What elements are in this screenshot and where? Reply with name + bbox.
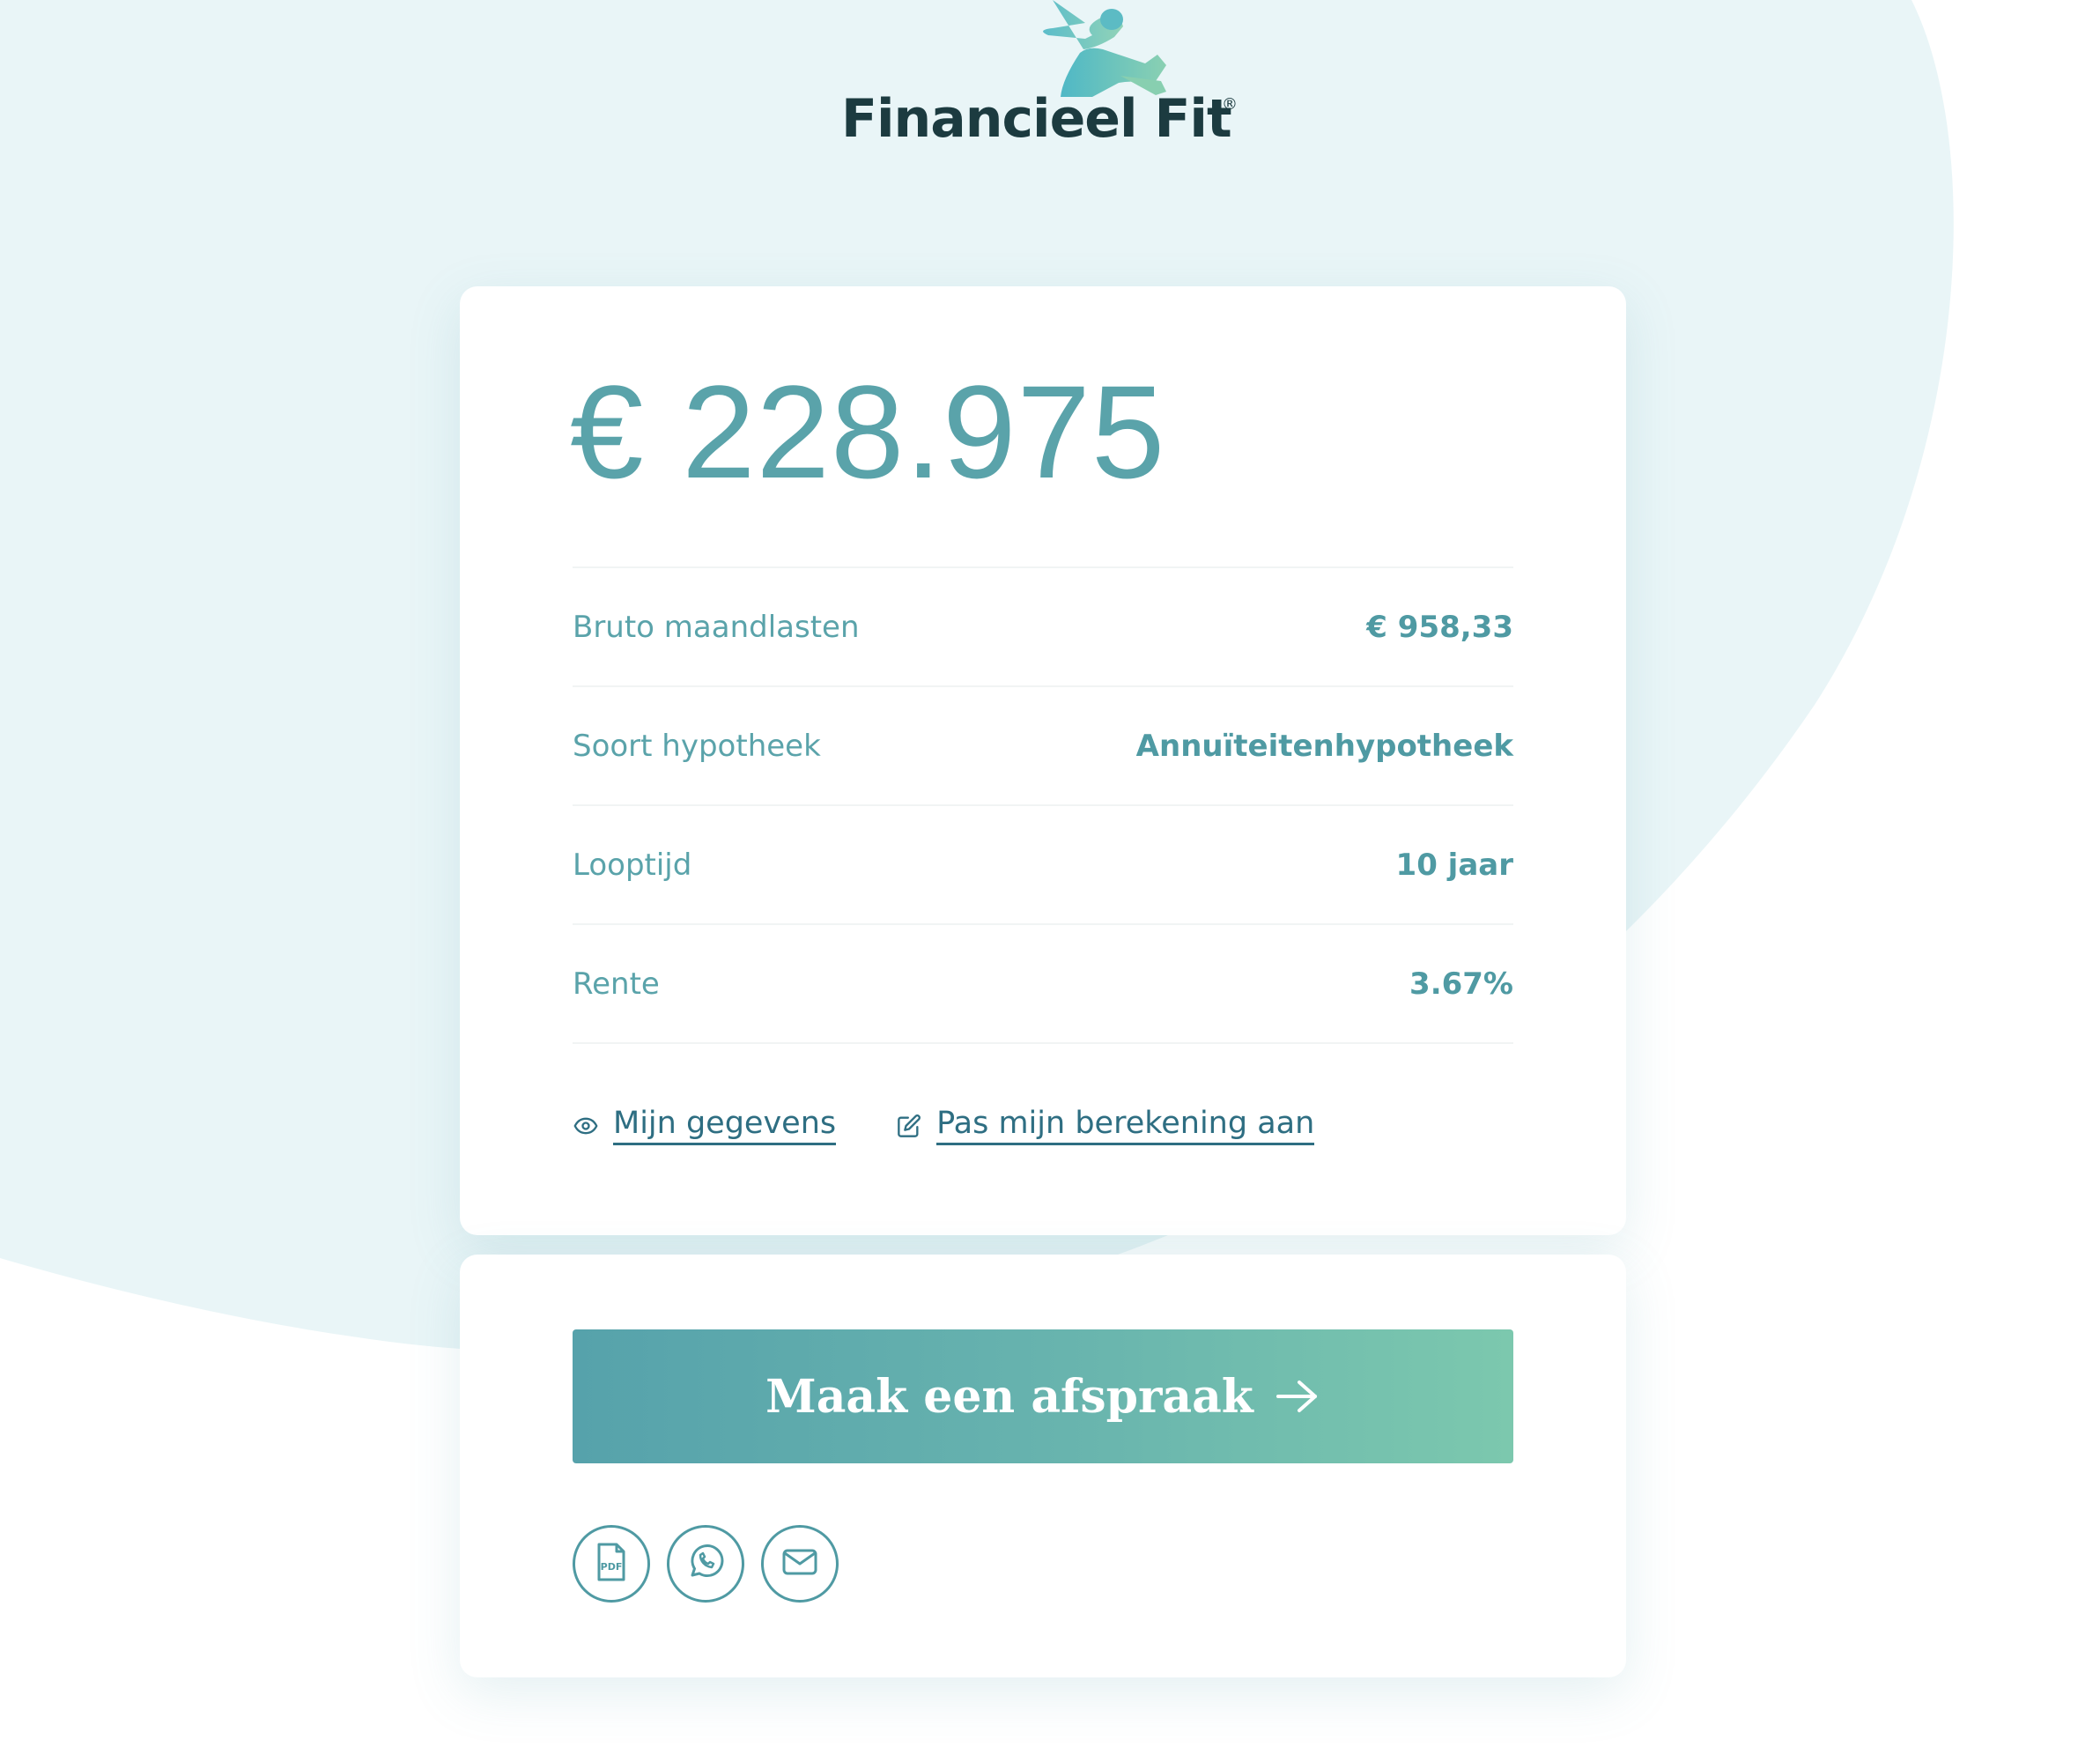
edit-calculation-label[interactable]: Pas mijn berekening aan xyxy=(936,1106,1315,1145)
brand-wordmark: Financieel Fit xyxy=(841,88,1232,150)
registered-mark: ® xyxy=(1222,95,1238,114)
detail-label: Soort hypotheek xyxy=(573,728,821,764)
detail-row-term: Looptijd 10 jaar xyxy=(573,806,1513,925)
detail-label: Looptijd xyxy=(573,847,692,883)
share-email-button[interactable] xyxy=(761,1525,839,1603)
detail-label: Bruto maandlasten xyxy=(573,609,860,645)
my-details-link[interactable]: Mijn gegevens xyxy=(573,1106,837,1145)
mail-icon xyxy=(781,1547,818,1581)
download-pdf-button[interactable]: PDF xyxy=(573,1525,650,1603)
detail-value: 10 jaar xyxy=(1395,847,1513,883)
mortgage-amount: € 228.975 xyxy=(570,358,1166,506)
detail-row-mortgage-type: Soort hypotheek Annuïteitenhypotheek xyxy=(573,687,1513,806)
action-links: Mijn gegevens Pas mijn berekening aan xyxy=(573,1106,1315,1145)
share-whatsapp-button[interactable] xyxy=(667,1525,744,1603)
share-options: PDF xyxy=(573,1525,855,1603)
brand-logo[interactable]: Financieel Fit ® xyxy=(828,0,1268,167)
detail-value: € 958,33 xyxy=(1366,609,1513,645)
make-appointment-button[interactable]: Maak een afspraak xyxy=(573,1329,1513,1463)
detail-value: Annuïteitenhypotheek xyxy=(1135,728,1513,764)
result-card: € 228.975 Bruto maandlasten € 958,33 Soo… xyxy=(460,286,1626,1235)
arrow-right-icon xyxy=(1275,1377,1320,1416)
whatsapp-icon xyxy=(685,1542,726,1586)
detail-value: 3.67% xyxy=(1409,966,1513,1002)
details-list: Bruto maandlasten € 958,33 Soort hypothe… xyxy=(573,566,1513,1044)
svg-text:PDF: PDF xyxy=(601,1561,623,1573)
pdf-icon: PDF xyxy=(594,1542,629,1586)
detail-label: Rente xyxy=(573,966,660,1002)
detail-row-monthly-costs: Bruto maandlasten € 958,33 xyxy=(573,568,1513,687)
my-details-label[interactable]: Mijn gegevens xyxy=(613,1106,837,1145)
make-appointment-label: Maak een afspraak xyxy=(765,1369,1253,1424)
eye-icon xyxy=(573,1113,599,1139)
edit-icon xyxy=(896,1113,922,1139)
action-card: Maak een afspraak PDF xyxy=(460,1255,1626,1677)
detail-row-interest: Rente 3.67% xyxy=(573,925,1513,1044)
edit-calculation-link[interactable]: Pas mijn berekening aan xyxy=(896,1106,1315,1145)
